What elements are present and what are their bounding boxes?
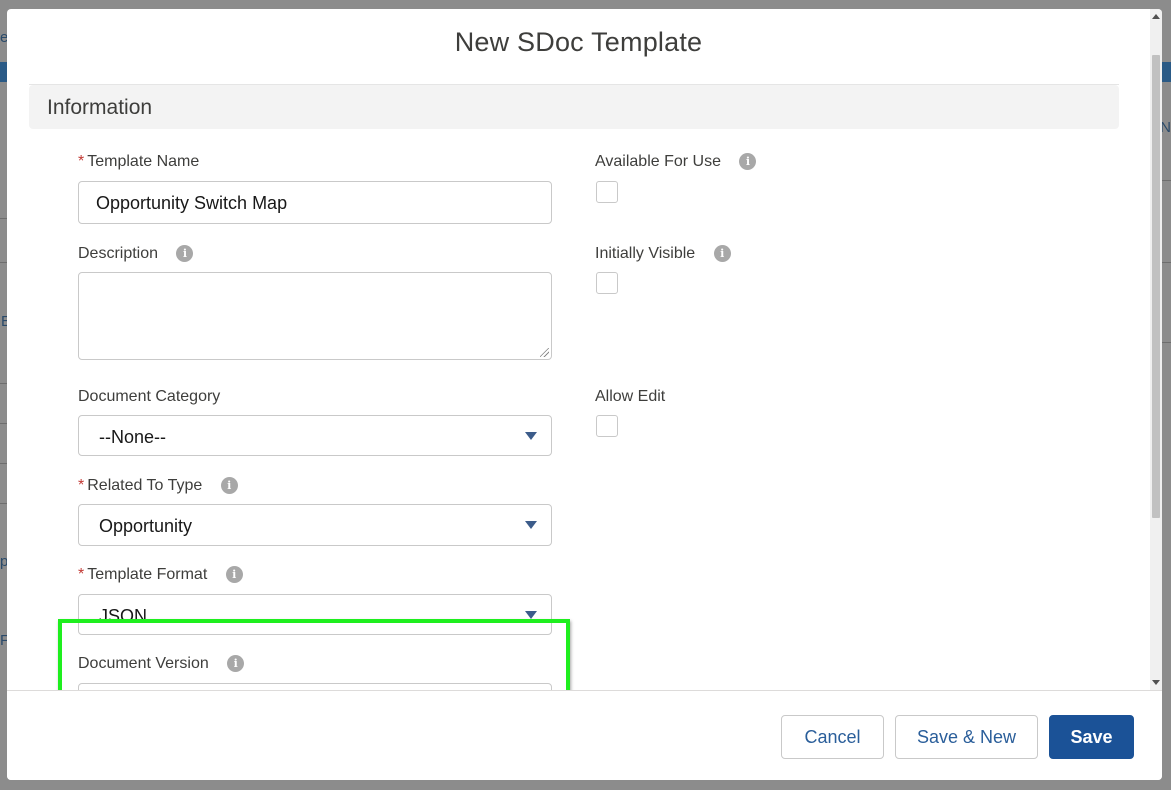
chevron-down-icon xyxy=(525,432,537,440)
background-nav-bar-right xyxy=(1161,62,1171,82)
info-icon[interactable]: i xyxy=(220,477,238,494)
modal-header: New SDoc Template xyxy=(7,9,1150,84)
document-version-input[interactable] xyxy=(78,683,552,690)
chevron-down-icon xyxy=(525,611,537,619)
info-icon[interactable]: i xyxy=(739,153,757,170)
scroll-down-arrow-icon[interactable] xyxy=(1152,680,1160,685)
document-category-label: Document Category xyxy=(78,388,221,405)
section-header-information[interactable]: Information xyxy=(29,85,1119,129)
modal-body[interactable]: Information * Template Name Opportunity S… xyxy=(7,85,1150,690)
info-icon[interactable]: i xyxy=(227,655,245,672)
available-for-use-checkbox[interactable] xyxy=(596,181,618,203)
scrollbar-thumb[interactable] xyxy=(1152,55,1160,518)
document-version-label: Document Version i xyxy=(78,655,245,673)
resize-handle-icon[interactable] xyxy=(540,348,549,357)
template-format-label: * Template Format i xyxy=(78,566,243,584)
description-label: Description i xyxy=(78,245,194,263)
background-divider xyxy=(1161,342,1171,343)
template-name-label: * Template Name xyxy=(78,153,200,170)
initially-visible-label: Initially Visible i xyxy=(595,245,731,263)
section-title: Information xyxy=(47,96,153,119)
save-button[interactable]: Save xyxy=(1049,715,1134,759)
modal-footer: Cancel Save & New Save xyxy=(7,690,1162,780)
new-template-modal: New SDoc Template Information * Template … xyxy=(7,9,1162,780)
scrollbar[interactable] xyxy=(1150,9,1162,690)
background-divider xyxy=(1161,262,1171,263)
initially-visible-checkbox[interactable] xyxy=(596,272,618,294)
scroll-up-arrow-icon[interactable] xyxy=(1152,14,1160,19)
related-to-type-select[interactable]: Opportunity xyxy=(78,504,552,546)
description-textarea[interactable] xyxy=(78,272,552,360)
info-icon[interactable]: i xyxy=(176,245,194,262)
available-for-use-label: Available For Use i xyxy=(595,153,757,171)
document-category-select[interactable]: --None-- xyxy=(78,415,552,456)
background-divider xyxy=(1161,180,1171,181)
template-format-select[interactable]: JSON xyxy=(78,594,552,635)
cancel-button[interactable]: Cancel xyxy=(781,715,884,759)
required-asterisk: * xyxy=(78,153,85,170)
allow-edit-label: Allow Edit xyxy=(595,388,666,405)
related-to-type-label: * Related To Type i xyxy=(78,477,238,495)
chevron-down-icon xyxy=(525,521,537,529)
info-icon[interactable]: i xyxy=(713,245,731,262)
template-name-input[interactable]: Opportunity Switch Map xyxy=(78,181,552,224)
modal-title: New SDoc Template xyxy=(454,27,703,57)
info-icon[interactable]: i xyxy=(225,566,243,583)
allow-edit-checkbox[interactable] xyxy=(596,415,618,437)
required-asterisk: * xyxy=(78,477,85,494)
save-and-new-button[interactable]: Save & New xyxy=(895,715,1038,759)
required-asterisk: * xyxy=(78,566,85,583)
